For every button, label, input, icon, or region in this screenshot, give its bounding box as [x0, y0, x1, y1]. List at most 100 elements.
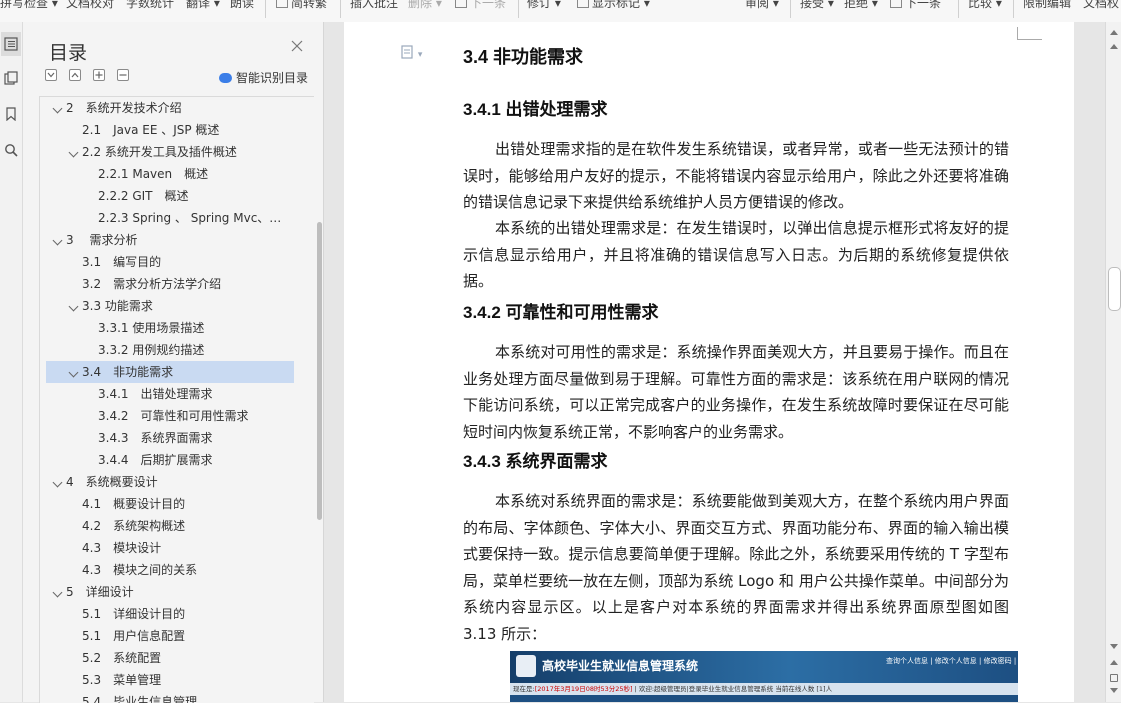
toc-item-label: 3.4.3 系统界面需求	[98, 431, 213, 445]
toc-item[interactable]: 4.2 系统架构概述	[46, 515, 294, 537]
document-area: ▾ 3.4 非功能需求 3.4.1 出错处理需求 出错处理需求指的是在软件发生系…	[324, 22, 1105, 702]
next-change-button[interactable]: 下一条	[890, 0, 941, 13]
scrollbar-thumb[interactable]	[1108, 267, 1121, 311]
scroll-down-icon[interactable]	[1110, 644, 1118, 649]
system-ui-figure: 高校毕业生就业信息管理系统 查询个人信息 | 修改个人信息 | 修改密码 | 退…	[510, 651, 1018, 702]
paragraph-options-icon[interactable]: ▾	[400, 45, 422, 62]
toc-item[interactable]: 5 详细设计	[46, 581, 294, 603]
restrict-editing-button[interactable]: 限制编辑	[1023, 0, 1071, 13]
toc-item[interactable]: 2.1 Java EE 、JSP 概述	[46, 119, 294, 141]
toc-item[interactable]: 4.1 概要设计目的	[46, 493, 294, 515]
navigation-rail	[0, 22, 23, 702]
chevron-down-icon[interactable]	[52, 103, 63, 114]
toc-item[interactable]: 5.4 毕业生信息管理	[46, 691, 294, 703]
toc-item[interactable]: 3.1 编写目的	[46, 251, 294, 273]
toc-item[interactable]: 3.4.3 系统界面需求	[46, 427, 294, 449]
close-icon[interactable]	[291, 40, 305, 54]
toc-item-label: 2.1 Java EE 、JSP 概述	[82, 123, 220, 137]
toc-item[interactable]: 3.3 功能需求	[46, 295, 294, 317]
toc-item-label: 3 需求分析	[66, 233, 138, 247]
toc-item[interactable]: 5.2 系统配置	[46, 647, 294, 669]
figure-status-bar: 现在是:[2017年3月19日08时53分25秒] | 欢迎:超级管理员|登录毕…	[510, 683, 1018, 695]
show-markup-button[interactable]: 显示标记 ▾	[577, 0, 650, 13]
reject-button[interactable]: 拒绝 ▾	[844, 0, 878, 13]
toc-item-label: 5.3 菜单管理	[82, 673, 162, 687]
chevron-down-icon[interactable]	[68, 367, 79, 378]
read-aloud-button[interactable]: 朗读	[230, 0, 254, 13]
search-icon[interactable]	[1, 138, 21, 162]
toc-icon[interactable]	[1, 32, 21, 56]
toc-scrollbar[interactable]	[317, 222, 322, 520]
toc-item[interactable]: 5.3 菜单管理	[46, 669, 294, 691]
toc-item-label: 5.4 毕业生信息管理	[82, 695, 198, 703]
paragraph: 本系统对可用性的需求是：系统操作界面美观大方，并且要易于操作。而且在业务处理方面…	[463, 343, 1009, 441]
toc-item[interactable]: 4 系统概要设计	[46, 471, 294, 493]
word-count-button[interactable]: 字数统计	[126, 0, 174, 13]
spell-check-button[interactable]: 拼写检查 ▾	[0, 0, 58, 13]
document-scrollbar[interactable]	[1105, 22, 1121, 702]
remove-heading-icon[interactable]	[117, 69, 129, 81]
scroll-up-icon[interactable]	[1110, 30, 1118, 35]
toc-item-label: 3.4.4 后期扩展需求	[98, 453, 213, 467]
track-changes-button[interactable]: 修订 ▾	[527, 0, 561, 13]
next-page-icon[interactable]	[1110, 688, 1118, 693]
next-comment-button[interactable]: 下一条	[455, 0, 506, 13]
toc-item[interactable]: 5.1 用户信息配置	[46, 625, 294, 647]
toc-item-label: 2.2.2 GIT 概述	[98, 189, 189, 203]
markup-icon	[577, 0, 589, 8]
chevron-down-icon[interactable]	[52, 477, 63, 488]
toc-item[interactable]: 3.4.1 出错处理需求	[46, 383, 294, 405]
toc-item[interactable]: 2.2.1 Maven 概述	[46, 163, 294, 185]
ribbon-toolbar: 拼写检查 ▾ 文档校对 字数统计 翻译 ▾ 朗读 简转繁 插入批注 删除 ▾ 下…	[0, 0, 1121, 23]
toc-item[interactable]: 2 系统开发技术介绍	[46, 97, 294, 119]
toc-item[interactable]: 3.2 需求分析方法学介绍	[46, 273, 294, 295]
toc-item[interactable]: 3.3.2 用例规约描述	[46, 339, 294, 361]
compare-button[interactable]: 比较 ▾	[968, 0, 1002, 13]
chevron-down-icon[interactable]	[52, 587, 63, 598]
chevron-down-icon[interactable]	[68, 301, 79, 312]
simplified-to-traditional-button[interactable]: 简转繁	[276, 0, 327, 13]
select-browse-icon[interactable]	[1110, 674, 1118, 682]
toc-item-label: 2.2.1 Maven 概述	[98, 167, 209, 181]
toc-item[interactable]: 3.4.2 可靠性和可用性需求	[46, 405, 294, 427]
toc-item[interactable]: 5.1 详细设计目的	[46, 603, 294, 625]
toc-item-label: 4.3 模块之间的关系	[82, 563, 198, 577]
toc-item[interactable]: 3.4 非功能需求	[46, 361, 294, 383]
toolbar-divider	[265, 0, 266, 18]
toc-item[interactable]: 2.2.2 GIT 概述	[46, 185, 294, 207]
insert-comment-button[interactable]: 插入批注	[350, 0, 398, 13]
prev-page-icon[interactable]	[1110, 660, 1118, 665]
accept-button[interactable]: 接受 ▾	[800, 0, 834, 13]
doc-permission-button[interactable]: 文档权	[1083, 0, 1119, 13]
collapse-all-icon[interactable]	[69, 69, 81, 81]
toc-item-label: 3.3 功能需求	[82, 299, 153, 313]
delete-comment-button[interactable]: 删除 ▾	[408, 0, 442, 13]
expand-all-icon[interactable]	[45, 69, 57, 81]
next-icon	[455, 0, 467, 8]
toc-item[interactable]: 3.4.4 后期扩展需求	[46, 449, 294, 471]
heading-3-4: 3.4 非功能需求	[463, 47, 584, 67]
school-logo-icon	[516, 655, 536, 677]
toc-item[interactable]: 3 需求分析	[46, 229, 294, 251]
add-heading-icon[interactable]	[93, 69, 105, 81]
toc-item[interactable]: 4.3 模块设计	[46, 537, 294, 559]
translate-button[interactable]: 翻译 ▾	[186, 0, 220, 13]
smart-toc-button[interactable]: 智能识别目录	[219, 69, 308, 86]
chevron-down-icon[interactable]	[52, 235, 63, 246]
page-up-icon[interactable]	[1110, 44, 1118, 49]
toc-item[interactable]: 4.3 模块之间的关系	[46, 559, 294, 581]
review-button[interactable]: 审阅 ▾	[745, 0, 779, 13]
toc-item[interactable]: 2.2 系统开发工具及插件概述	[46, 141, 294, 163]
toc-tree: 2 系统开发技术介绍 2.1 Java EE 、JSP 概述 2.2 系统开发工具及…	[39, 96, 314, 703]
toc-item-label: 3.4.1 出错处理需求	[98, 387, 213, 401]
nav-icon[interactable]	[1, 66, 21, 90]
bookmark-icon[interactable]	[1, 102, 21, 126]
toc-item-label: 3.3.1 使用场景描述	[98, 321, 205, 335]
toc-item-label: 4.2 系统架构概述	[82, 519, 186, 533]
toc-item[interactable]: 3.3.1 使用场景描述	[46, 317, 294, 339]
toc-item[interactable]: 2.2.3 Spring 、 Spring Mvc、…	[46, 207, 294, 229]
doc-proofread-button[interactable]: 文档校对	[66, 0, 114, 13]
chevron-down-icon[interactable]	[68, 147, 79, 158]
paragraph: 本系统的出错处理需求是：在发生错误时，以弹出信息提示框形式将友好的提示信息显示给…	[463, 219, 1009, 290]
margin-corner-mark	[1017, 27, 1042, 40]
